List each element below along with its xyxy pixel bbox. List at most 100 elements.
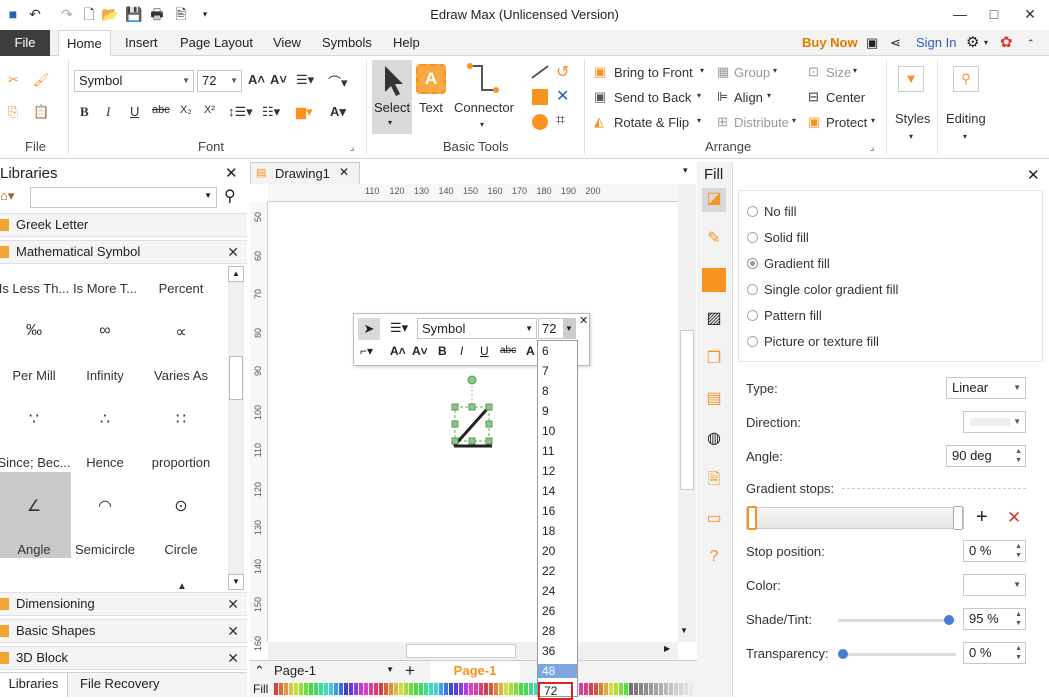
library-category-mathematical-symbol[interactable]: Mathematical Symbol ✕ bbox=[0, 240, 247, 264]
font-size-option[interactable]: 20 bbox=[542, 544, 555, 558]
tab-help[interactable]: Help bbox=[393, 30, 420, 56]
color-swatch[interactable] bbox=[284, 683, 288, 695]
color-swatch[interactable] bbox=[449, 683, 453, 695]
color-swatch[interactable] bbox=[349, 683, 353, 695]
color-swatch[interactable] bbox=[629, 683, 633, 695]
color-swatch[interactable] bbox=[614, 683, 618, 695]
color-swatch[interactable] bbox=[409, 683, 413, 695]
font-family-select[interactable]: Symbol ▼ bbox=[74, 70, 194, 92]
color-select[interactable]: ▼ bbox=[963, 574, 1026, 596]
color-swatch[interactable] bbox=[389, 683, 393, 695]
font-size-select[interactable]: 72 ▼ bbox=[197, 70, 242, 92]
grow-font-icon[interactable]: A˄ bbox=[248, 72, 265, 87]
angle-input[interactable]: 90 deg ▲ ▼ bbox=[946, 445, 1026, 467]
sign-in-link[interactable]: Sign In bbox=[916, 30, 956, 56]
font-dialog-launcher-icon[interactable]: ⌟ bbox=[350, 142, 354, 153]
theme-icon[interactable]: ✿ bbox=[1000, 30, 1013, 56]
color-swatch[interactable] bbox=[429, 683, 433, 695]
color-swatch[interactable] bbox=[414, 683, 418, 695]
color-swatch[interactable] bbox=[339, 683, 343, 695]
tab-libraries[interactable]: Libraries bbox=[0, 673, 68, 697]
align-dropdown-icon[interactable]: ▾ bbox=[767, 91, 771, 100]
share-icon[interactable]: ⋖ bbox=[890, 30, 901, 56]
color-swatch[interactable] bbox=[579, 683, 583, 695]
color-swatch[interactable] bbox=[274, 683, 278, 695]
file-tab[interactable]: File bbox=[0, 30, 50, 56]
globe-panel-icon[interactable]: ◍ bbox=[702, 428, 726, 452]
connector-style-icon[interactable]: ⌐▾ bbox=[360, 344, 373, 358]
color-swatch[interactable] bbox=[649, 683, 653, 695]
close-category-icon[interactable]: ✕ bbox=[227, 593, 239, 615]
search-icon[interactable]: ⚲ bbox=[224, 186, 236, 206]
tab-insert[interactable]: Insert bbox=[125, 30, 158, 56]
paste-icon[interactable]: 📋 bbox=[33, 104, 49, 120]
close-window-icon[interactable]: ✕ bbox=[1020, 4, 1040, 24]
color-swatch[interactable] bbox=[639, 683, 643, 695]
shade-tint-thumb[interactable] bbox=[944, 615, 954, 625]
radio-icon[interactable] bbox=[747, 284, 758, 295]
remove-stop-icon[interactable]: ✕ bbox=[1007, 508, 1021, 528]
color-swatch[interactable] bbox=[674, 683, 678, 695]
connector-tool-icon[interactable] bbox=[466, 62, 500, 96]
transparency-slider[interactable] bbox=[838, 649, 956, 659]
help-panel-icon[interactable]: ? bbox=[702, 548, 726, 572]
connector-dropdown-icon[interactable]: ▾ bbox=[480, 120, 484, 129]
color-swatch[interactable] bbox=[469, 683, 473, 695]
symbol-item[interactable]: Semicircle bbox=[67, 542, 143, 557]
color-swatch[interactable] bbox=[314, 683, 318, 695]
size-dropdown-icon[interactable]: ▾ bbox=[853, 66, 857, 75]
paint-icon[interactable]: 🖌 bbox=[33, 72, 50, 88]
maximize-icon[interactable]: □ bbox=[984, 4, 1004, 24]
color-swatch[interactable] bbox=[494, 683, 498, 695]
color-swatch[interactable] bbox=[464, 683, 468, 695]
symbol-item[interactable]: Hence bbox=[67, 455, 143, 470]
canvas-vertical-scrollbar[interactable]: ▼ bbox=[678, 184, 696, 642]
close-document-icon[interactable]: ✕ bbox=[339, 165, 349, 179]
library-scrollbar[interactable]: ▲ ▼ bbox=[228, 266, 244, 590]
fill-option[interactable]: No fill bbox=[747, 204, 797, 219]
color-swatch[interactable] bbox=[459, 683, 463, 695]
text-tool-icon[interactable]: A bbox=[416, 64, 446, 94]
tab-home[interactable]: Home bbox=[58, 30, 111, 57]
color-swatch[interactable] bbox=[664, 683, 668, 695]
library-category-basic-shapes[interactable]: Basic Shapes ✕ bbox=[0, 619, 247, 643]
color-swatch[interactable] bbox=[379, 683, 383, 695]
color-swatch[interactable] bbox=[419, 683, 423, 695]
color-swatch[interactable] bbox=[394, 683, 398, 695]
tab-file-recovery[interactable]: File Recovery bbox=[80, 673, 159, 697]
symbol-item[interactable]: Angle bbox=[0, 542, 72, 557]
library-category-greek-letter[interactable]: Greek Letter bbox=[0, 213, 247, 237]
close-fill-panel-icon[interactable]: ✕ bbox=[1027, 166, 1040, 184]
crop-tool-icon[interactable]: ⌗ bbox=[556, 112, 565, 130]
font-size-option[interactable]: 22 bbox=[542, 564, 555, 578]
distribute-button[interactable]: Distribute bbox=[734, 115, 789, 130]
gradient-stops-bar[interactable] bbox=[746, 506, 964, 530]
color-swatch[interactable] bbox=[384, 683, 388, 695]
stop-position-input[interactable]: 0 % ▲ ▼ bbox=[963, 540, 1026, 562]
color-swatches[interactable] bbox=[274, 683, 694, 696]
float-bold-icon[interactable]: B bbox=[438, 344, 447, 358]
page-tab[interactable]: Page-1 bbox=[430, 661, 520, 682]
fill-option[interactable]: Solid fill bbox=[747, 230, 809, 245]
close-float-toolbar-icon[interactable]: ✕ bbox=[579, 314, 588, 327]
line-tool-icon[interactable] bbox=[530, 64, 550, 80]
send-to-back-button[interactable]: Send to Back bbox=[614, 90, 691, 105]
drawing-canvas[interactable] bbox=[268, 202, 678, 642]
color-swatch[interactable] bbox=[589, 683, 593, 695]
cut-icon[interactable]: ⎘ bbox=[8, 104, 18, 120]
text-align-icon[interactable]: ☰▾ bbox=[296, 72, 314, 88]
send-to-back-dropdown-icon[interactable]: ▾ bbox=[697, 91, 701, 100]
color-swatch[interactable] bbox=[424, 683, 428, 695]
underline-icon[interactable]: U bbox=[130, 104, 139, 119]
bring-to-front-dropdown-icon[interactable]: ▾ bbox=[700, 66, 704, 75]
italic-icon[interactable]: I bbox=[106, 104, 110, 120]
library-home-icon[interactable]: ⌂▾ bbox=[0, 188, 14, 204]
rotate-flip-button[interactable]: Rotate & Flip bbox=[614, 115, 689, 130]
attachment-panel-icon[interactable]: 🗎 bbox=[702, 468, 726, 492]
collapse-ribbon-icon[interactable]: ⌃ bbox=[1027, 30, 1035, 56]
strikethrough-icon[interactable]: abc bbox=[152, 104, 170, 116]
color-swatch[interactable] bbox=[479, 683, 483, 695]
font-size-option[interactable]: 36 bbox=[542, 644, 555, 658]
comment-panel-icon[interactable]: ▭ bbox=[702, 508, 726, 532]
font-size-option[interactable]: 8 bbox=[542, 384, 549, 398]
